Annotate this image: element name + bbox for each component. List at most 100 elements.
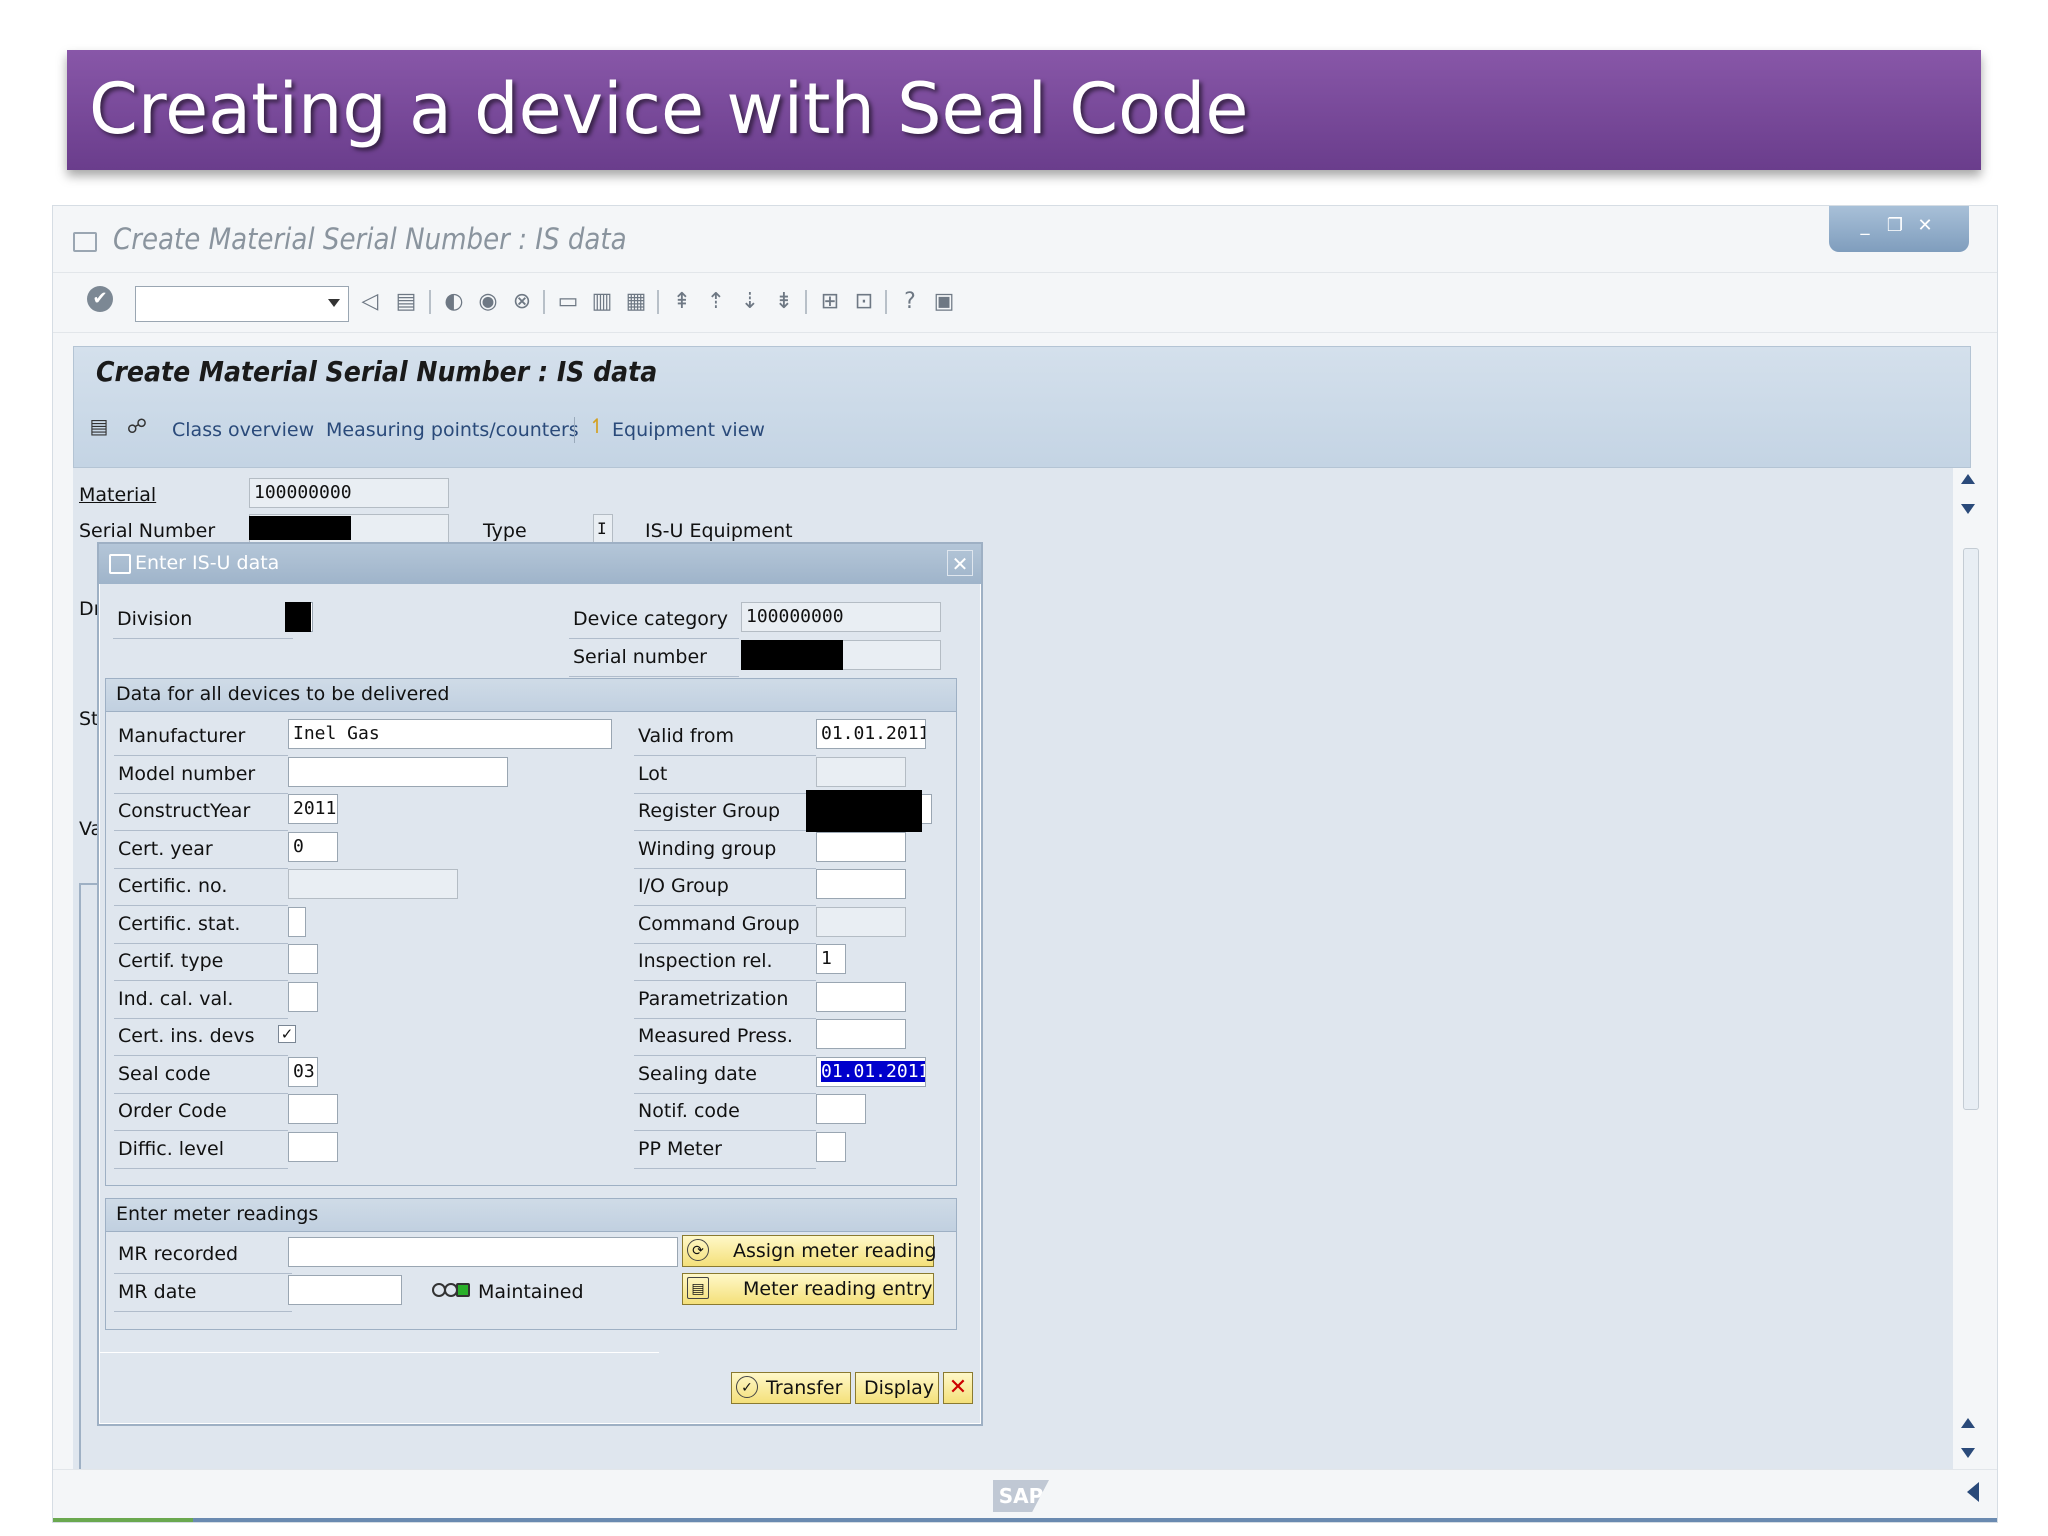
order-code-field[interactable] [288,1094,338,1124]
diffic-level-field[interactable] [288,1131,338,1162]
previous-page-icon[interactable]: ⇡ [703,289,729,315]
dialog-title: Enter IS-U data [135,552,280,574]
cancel-icon[interactable]: ⊗ [509,289,535,315]
new-session-icon[interactable]: ⊞ [817,289,843,315]
valid-from-label: Valid from [638,725,735,747]
equipment-view-link[interactable]: Equipment view [612,419,765,441]
delivery-data-group: Data for all devices to be delivered Man… [105,678,957,1186]
scrollbar-thumb[interactable] [1963,548,1979,1110]
type-field[interactable]: I [593,514,613,544]
row-underline [114,755,288,756]
notif-code-label: Notif. code [638,1100,740,1122]
certific-no-field[interactable] [288,869,458,899]
lot-field[interactable] [816,756,906,787]
row-underline [634,867,816,869]
i-o-group-label: I/O Group [638,875,729,897]
manufacturer-field[interactable]: Inel Gas [288,719,612,749]
valid-from-field[interactable]: 01.01.2011 [816,719,926,749]
serial-number-label: Serial number [573,646,707,668]
close-window-icon[interactable]: ✕ [1913,214,1937,238]
certific-stat-field[interactable] [288,906,306,937]
last-page-icon[interactable]: ⇟ [771,289,797,315]
save-icon[interactable]: ▤ [393,289,419,315]
help-icon[interactable]: ? [897,289,923,315]
meter-reading-entry-label: Meter reading entry [743,1278,933,1300]
row-underline [114,942,288,944]
document-icon[interactable]: ▤ [86,413,112,439]
scroll-up-icon[interactable] [1961,474,1975,484]
parametrization-field[interactable] [816,981,906,1012]
material-field[interactable]: 100000000 [249,478,449,508]
row-underline [114,1167,288,1169]
certif-type-label: Certif. type [118,950,224,972]
vertical-scrollbar[interactable] [1959,468,1979,1478]
lot-label: Lot [638,762,668,785]
i-o-group-field[interactable] [816,869,906,899]
manufacturer-label: Manufacturer [118,725,246,747]
restore-icon[interactable]: ❐ [1883,214,1907,238]
row-underline [114,1273,292,1274]
notif-code-field[interactable] [816,1094,866,1124]
scroll-down-icon[interactable] [1961,1448,1975,1458]
layout-menu-icon[interactable]: ▣ [931,289,957,315]
measured-press-field[interactable] [816,1019,906,1049]
device-category-field[interactable]: 100000000 [741,602,941,632]
assign-meter-reading-button[interactable]: ⟳ Assign meter reading [682,1235,937,1267]
pp-meter-field[interactable] [816,1131,846,1162]
cert-year-field[interactable]: 0 [288,831,338,862]
row-underline [114,1017,288,1019]
constructyear-field[interactable]: 2011 [288,794,338,824]
meter-reading-entry-button[interactable]: ▤ Meter reading entry [682,1273,934,1305]
window-menu-icon[interactable] [73,232,97,252]
sealing-date-field[interactable]: 01.01.2011 [816,1056,926,1087]
row-underline [569,638,739,639]
group-title: Data for all devices to be delivered [116,683,450,705]
chevron-down-icon[interactable] [328,299,340,307]
enter-isu-data-dialog: Enter IS-U data ✕ Division Device catego… [97,542,983,1426]
close-icon[interactable]: ✕ [947,550,973,576]
scroll-down-icon[interactable] [1961,504,1975,514]
winding-group-field[interactable] [816,831,906,862]
toolbar-separator [543,290,545,314]
back-icon[interactable]: ◐ [441,289,467,315]
inspection-rel-field[interactable]: 1 [816,944,846,974]
mr-date-field[interactable] [288,1275,402,1305]
window-title-row: Create Material Serial Number : IS data [53,206,1997,273]
sealing-date-selection: 01.01.2011 [821,1060,925,1082]
first-page-icon[interactable]: ⇞ [669,289,695,315]
check-icon[interactable]: ✔ [87,286,113,312]
row-underline [634,942,816,944]
transfer-label: Transfer [766,1377,843,1399]
command-field[interactable] [135,286,349,322]
ind-cal-val-label: Ind. cal. val. [118,987,234,1010]
command-group-field[interactable] [816,906,906,937]
display-button[interactable]: Display [855,1372,939,1404]
window-controls: _ ❐ ✕ [1829,206,1969,252]
status-expand-icon[interactable] [1967,1482,1979,1502]
shortcut-icon[interactable]: ⊡ [851,289,877,315]
certif-type-field[interactable] [288,944,318,974]
find-icon[interactable]: ▥ [589,289,615,315]
next-page-icon[interactable]: ⇣ [737,289,763,315]
transfer-button[interactable]: ✓ Transfer [731,1372,851,1404]
scroll-up-icon[interactable] [1961,1418,1975,1428]
measuring-points-link[interactable]: Measuring points/counters [326,419,579,441]
redaction-block [806,790,922,832]
mr-recorded-field[interactable] [288,1237,678,1267]
cert-ins-devs-field[interactable]: ✓ [278,1025,296,1043]
print-icon[interactable]: ▭ [555,289,581,315]
back-triangle-icon[interactable]: ◁ [357,289,383,315]
serial-number-label: Serial Number [79,520,216,542]
status-bar: SAP [53,1469,1997,1522]
dialog-menu-icon[interactable] [109,554,131,574]
binoculars-icon[interactable]: ☍ [124,413,150,439]
minimize-icon[interactable]: _ [1853,214,1877,238]
ind-cal-val-field[interactable] [288,981,318,1012]
seal-code-field[interactable]: 03 [288,1056,318,1087]
dialog-footer-line [99,1352,659,1353]
exit-icon[interactable]: ◉ [475,289,501,315]
model-number-field[interactable] [288,756,508,787]
class-overview-link[interactable]: Class overview [172,419,314,441]
cancel-icon[interactable]: ✕ [943,1372,973,1404]
find-next-icon[interactable]: ▦ [623,289,649,315]
